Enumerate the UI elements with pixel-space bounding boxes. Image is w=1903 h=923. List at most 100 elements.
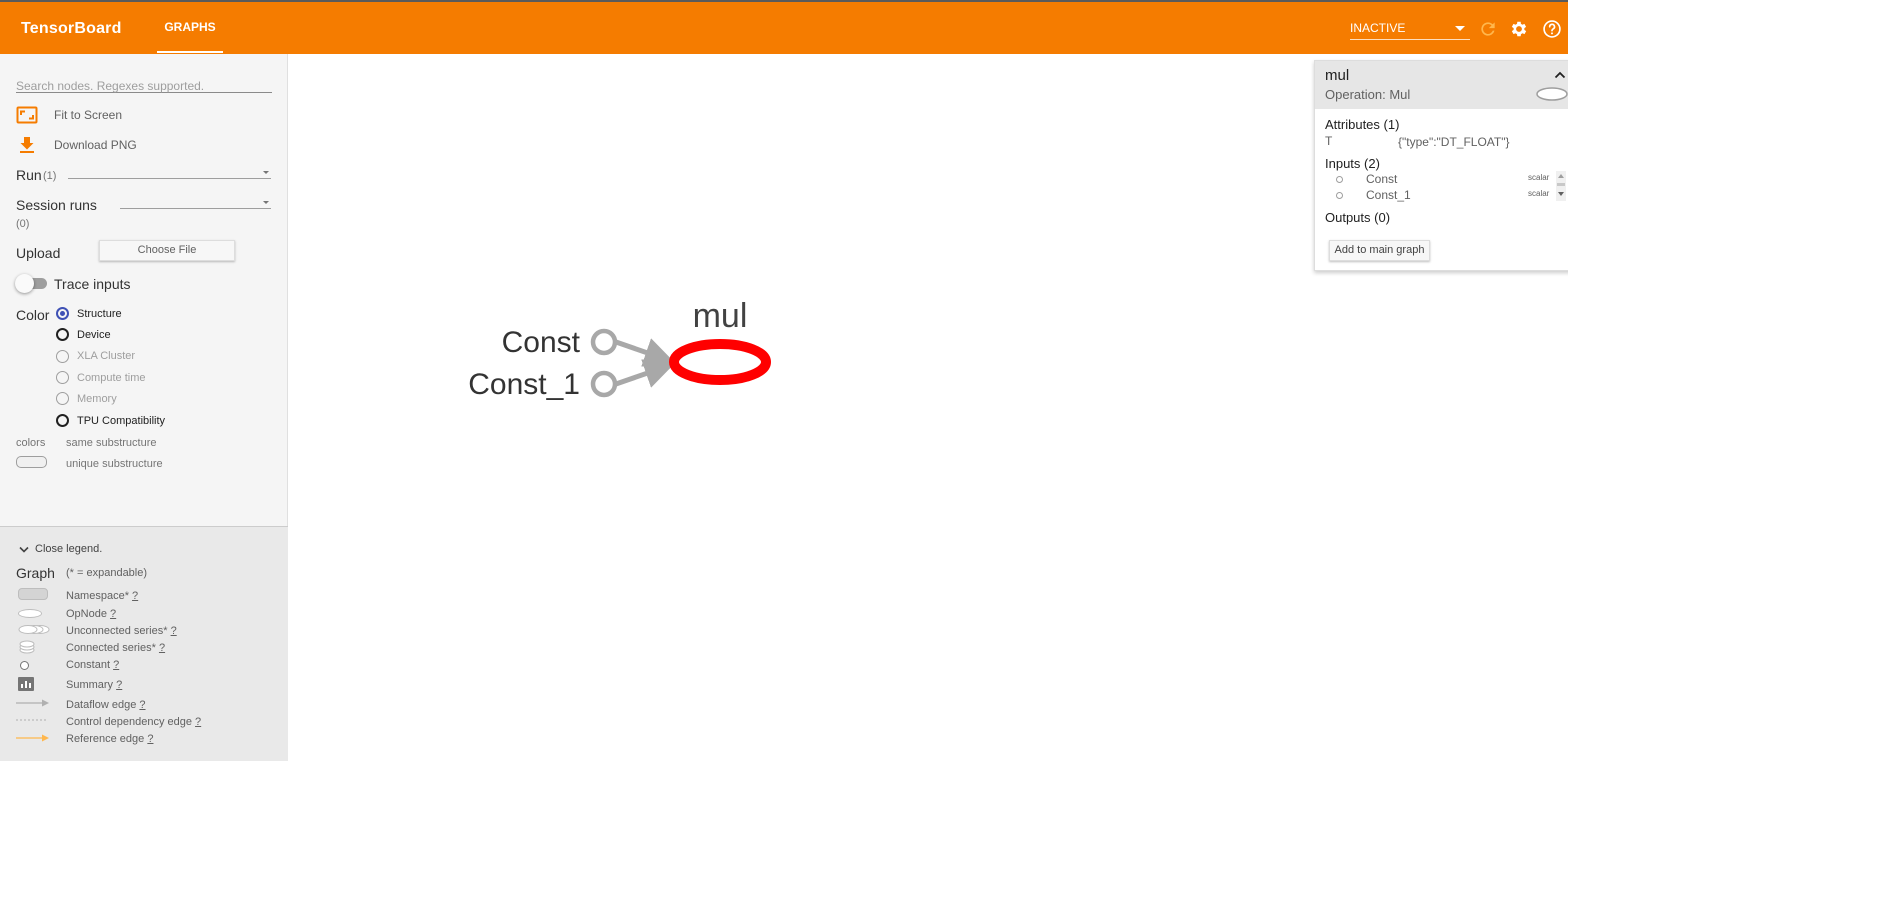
legend-opnode-label: OpNode <box>66 608 107 620</box>
radio-xla-cluster[interactable] <box>56 350 69 363</box>
input-const[interactable]: Const <box>1366 172 1397 186</box>
legend-constant-label: Constant <box>66 659 111 671</box>
tab-active-indicator <box>157 51 223 53</box>
attribute-value: {"type":"DT_FLOAT"} <box>1398 135 1510 149</box>
search-nodes-input[interactable]: Search nodes. Regexes supported. <box>16 79 272 93</box>
top-app-bar: TensorBoard GRAPHS INACTIVE <box>0 0 1568 54</box>
node-const-label: Const <box>502 326 581 359</box>
legend-opnode: OpNode ? <box>66 608 116 620</box>
node-const-1[interactable] <box>590 370 618 398</box>
help-link[interactable]: ? <box>139 699 145 711</box>
outputs-header: Outputs (0) <box>1325 210 1391 225</box>
node-const-1-label: Const_1 <box>468 368 580 401</box>
run-status-select[interactable]: INACTIVE <box>1350 14 1470 40</box>
node-mul[interactable] <box>669 339 771 385</box>
help-link[interactable]: ? <box>132 590 138 602</box>
legend-namespace: Namespace* ? <box>66 590 138 602</box>
inputs-scrollbar[interactable] <box>1556 171 1566 201</box>
radio-structure[interactable] <box>56 307 69 320</box>
radio-tpu-compatibility-label: TPU Compatibility <box>77 415 166 427</box>
unique-substructure-swatch <box>16 456 47 468</box>
radio-device[interactable] <box>56 328 69 341</box>
help-icon[interactable] <box>1542 19 1562 39</box>
help-link[interactable]: ? <box>113 659 119 671</box>
legend-connected-series-label: Connected series* <box>66 642 156 654</box>
chevron-up-icon[interactable] <box>1554 71 1566 79</box>
attribute-key: T <box>1325 134 1333 148</box>
session-runs-dropdown[interactable] <box>120 208 271 209</box>
scrollbar-thumb[interactable] <box>1557 183 1565 186</box>
summary-icon <box>18 677 34 691</box>
dataflow-edge-icon <box>16 699 49 707</box>
node-info-card: mul Operation: Mul Attributes (1) T {"ty… <box>1314 60 1568 271</box>
legend-namespace-label: Namespace* <box>66 590 129 602</box>
constant-icon <box>1336 176 1343 183</box>
download-png-label: Download PNG <box>54 138 137 152</box>
download-icon <box>20 137 34 153</box>
chevron-down-icon <box>263 171 269 174</box>
help-link[interactable]: ? <box>159 642 165 654</box>
run-dropdown[interactable] <box>68 178 271 179</box>
node-const[interactable] <box>590 328 618 356</box>
chevron-down-icon <box>263 201 269 204</box>
close-legend-label: Close legend. <box>35 543 103 555</box>
legend-control-dependency-edge: Control dependency edge ? <box>66 716 201 728</box>
reference-edge-icon <box>16 734 49 742</box>
tab-graphs[interactable]: GRAPHS <box>157 2 223 54</box>
help-link[interactable]: ? <box>171 625 177 637</box>
add-to-main-graph-button[interactable]: Add to main graph <box>1329 240 1430 261</box>
fit-to-screen-label: Fit to Screen <box>54 108 123 122</box>
radio-compute-time-label: Compute time <box>77 372 146 384</box>
radio-structure-label: Structure <box>77 308 122 320</box>
radio-memory[interactable] <box>56 392 69 405</box>
help-link[interactable]: ? <box>147 733 153 745</box>
node-info-title: mul <box>1325 67 1350 84</box>
legend-constant: Constant ? <box>66 659 119 671</box>
legend-unconnected-series-label: Unconnected series* <box>66 625 168 637</box>
legend-dataflow-edge-label: Dataflow edge <box>66 699 137 711</box>
run-count: (1) <box>43 170 57 182</box>
expandable-note: (* = expandable) <box>66 567 148 579</box>
legend-graph-label: Graph <box>16 565 55 581</box>
upload-label: Upload <box>16 245 61 261</box>
graph-legend: Close legend. Graph (* = expandable) Nam… <box>0 526 288 761</box>
radio-tpu-compatibility[interactable] <box>56 414 69 427</box>
refresh-icon[interactable] <box>1478 19 1498 39</box>
trace-inputs-label: Trace inputs <box>54 276 131 292</box>
namespace-icon <box>18 588 48 600</box>
tensorboard-app: TensorBoard GRAPHS INACTIVE Search nodes… <box>0 0 1568 761</box>
input-const-1[interactable]: Const_1 <box>1366 188 1411 202</box>
unconnected-series-icon <box>18 625 50 634</box>
scroll-down-icon[interactable] <box>1558 192 1564 196</box>
node-info-header: mul Operation: Mul <box>1315 61 1568 109</box>
run-status-value: INACTIVE <box>1350 21 1406 35</box>
settings-icon[interactable] <box>1509 19 1529 39</box>
edge-const-to-mul <box>615 338 675 367</box>
help-link[interactable]: ? <box>116 679 122 691</box>
choose-file-button[interactable]: Choose File <box>99 240 235 261</box>
legend-connected-series: Connected series* ? <box>66 642 165 654</box>
radio-compute-time[interactable] <box>56 371 69 384</box>
legend-unconnected-series: Unconnected series* ? <box>66 625 177 637</box>
chevron-down-icon <box>1455 26 1465 31</box>
same-substructure-label: same substructure <box>66 437 157 449</box>
connected-series-icon <box>19 640 35 654</box>
help-link[interactable]: ? <box>110 608 116 620</box>
help-link[interactable]: ? <box>195 716 201 728</box>
radio-memory-label: Memory <box>77 393 117 405</box>
radio-xla-cluster-label: XLA Cluster <box>77 350 136 362</box>
edge-const1-to-mul <box>615 359 675 388</box>
legend-reference-edge: Reference edge ? <box>66 733 153 745</box>
node-info-operation: Operation: Mul <box>1325 87 1411 102</box>
toggle-knob[interactable] <box>15 274 34 293</box>
control-dependency-edge-icon <box>16 719 48 721</box>
fit-screen-icon <box>16 106 38 124</box>
app-title: TensorBoard <box>21 20 122 37</box>
colors-label: colors <box>16 437 46 449</box>
session-runs-count: (0) <box>16 218 30 230</box>
scroll-up-icon[interactable] <box>1558 174 1564 178</box>
attributes-header: Attributes (1) <box>1325 117 1400 132</box>
constant-icon <box>1336 192 1343 199</box>
chevron-down-icon <box>19 546 29 553</box>
constant-icon <box>20 661 29 670</box>
